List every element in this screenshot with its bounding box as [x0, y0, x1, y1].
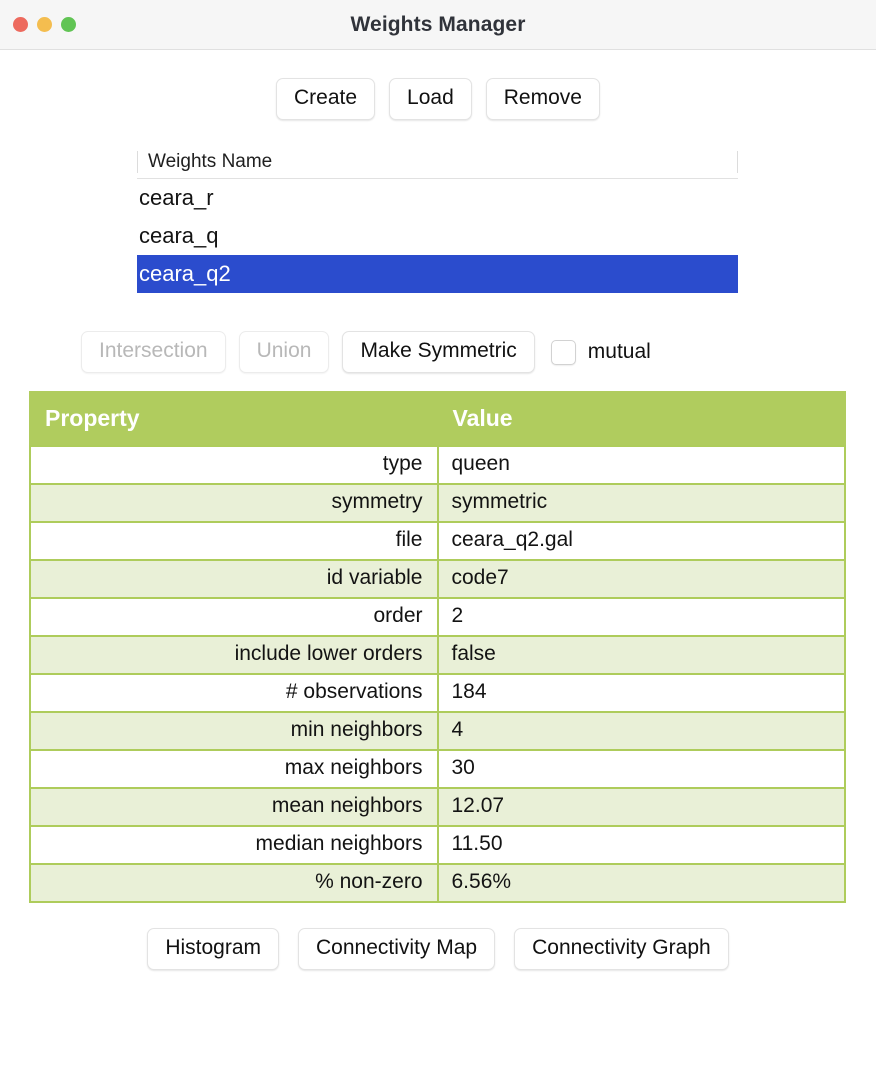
- list-item[interactable]: ceara_q: [137, 217, 738, 255]
- value-column-header: Value: [436, 391, 846, 448]
- value-cell: code7: [436, 559, 846, 600]
- property-cell: include lower orders: [29, 635, 439, 676]
- property-column-header: Property: [29, 391, 439, 448]
- property-cell: max neighbors: [29, 749, 439, 790]
- load-button[interactable]: Load: [389, 78, 472, 121]
- table-row: include lower orders false: [29, 635, 846, 676]
- column-divider-left-icon: [137, 151, 138, 174]
- mutual-checkbox-label: mutual: [587, 340, 651, 364]
- table-body: type queen symmetry symmetric file ceara…: [29, 445, 846, 904]
- union-button[interactable]: Union: [238, 331, 330, 374]
- table-header: Property Value: [29, 391, 846, 448]
- value-cell: symmetric: [436, 483, 846, 524]
- table-row: mean neighbors 12.07: [29, 787, 846, 828]
- connectivity-graph-button[interactable]: Connectivity Graph: [514, 928, 729, 971]
- visualization-toolbar: Histogram Connectivity Map Connectivity …: [0, 928, 876, 971]
- property-cell: order: [29, 597, 439, 638]
- table-row: max neighbors 30: [29, 749, 846, 790]
- table-row: symmetry symmetric: [29, 483, 846, 524]
- window-titlebar: Weights Manager: [0, 0, 876, 50]
- weights-actions-toolbar: Create Load Remove: [0, 78, 876, 121]
- intersection-button[interactable]: Intersection: [81, 331, 226, 374]
- property-cell: median neighbors: [29, 825, 439, 866]
- make-symmetric-button[interactable]: Make Symmetric: [342, 331, 535, 374]
- table-row: file ceara_q2.gal: [29, 521, 846, 562]
- weights-property-table: Property Value type queen symmetry symme…: [29, 391, 846, 904]
- value-cell: 4: [436, 711, 846, 752]
- histogram-button[interactable]: Histogram: [147, 928, 280, 971]
- value-cell: queen: [436, 445, 846, 486]
- property-cell: % non-zero: [29, 863, 439, 904]
- weights-list-header: Weights Name: [137, 149, 738, 180]
- property-cell: type: [29, 445, 439, 486]
- table-row: id variable code7: [29, 559, 846, 600]
- create-button[interactable]: Create: [276, 78, 376, 121]
- column-divider-right-icon: [737, 151, 738, 174]
- mutual-checkbox[interactable]: [550, 339, 576, 365]
- property-cell: mean neighbors: [29, 787, 439, 828]
- list-item[interactable]: ceara_r: [137, 179, 738, 217]
- table-row: order 2: [29, 597, 846, 638]
- value-cell: 184: [436, 673, 846, 714]
- connectivity-map-button[interactable]: Connectivity Map: [298, 928, 496, 971]
- window-title: Weights Manager: [350, 13, 526, 36]
- list-item[interactable]: ceara_q2: [137, 255, 738, 294]
- table-header-row: Property Value: [29, 391, 846, 448]
- set-operations-toolbar: Intersection Union Make Symmetric mutual: [0, 331, 876, 374]
- property-cell: # observations: [29, 673, 439, 714]
- value-cell: 12.07: [436, 787, 846, 828]
- value-cell: ceara_q2.gal: [436, 521, 846, 562]
- table-row: min neighbors 4: [29, 711, 846, 752]
- value-cell: 11.50: [436, 825, 846, 866]
- value-cell: false: [436, 635, 846, 676]
- property-cell: symmetry: [29, 483, 439, 524]
- property-cell: file: [29, 521, 439, 562]
- mutual-checkbox-field: mutual: [550, 339, 651, 365]
- property-cell: min neighbors: [29, 711, 439, 752]
- weights-list: Weights Name ceara_r ceara_q ceara_q2: [137, 149, 738, 294]
- property-cell: id variable: [29, 559, 439, 600]
- remove-button[interactable]: Remove: [485, 78, 600, 121]
- table-row: # observations 184: [29, 673, 846, 714]
- value-cell: 2: [436, 597, 846, 638]
- value-cell: 30: [436, 749, 846, 790]
- table-row: type queen: [29, 445, 846, 486]
- weights-name-column-header[interactable]: Weights Name: [137, 149, 738, 175]
- table-row: median neighbors 11.50: [29, 825, 846, 866]
- value-cell: 6.56%: [436, 863, 846, 904]
- table-row: % non-zero 6.56%: [29, 863, 846, 904]
